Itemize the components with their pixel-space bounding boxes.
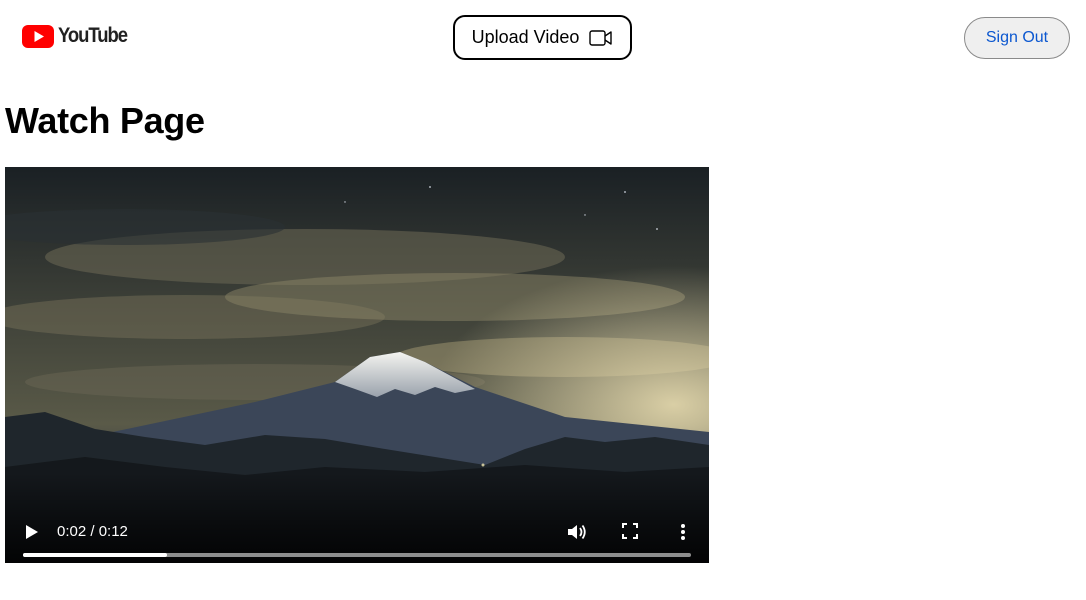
- video-controls-bar: 0:02 / 0:12: [5, 473, 709, 563]
- upload-video-button[interactable]: Upload Video: [453, 15, 632, 60]
- video-camera-icon: [589, 29, 613, 46]
- upload-video-label: Upload Video: [471, 27, 580, 47]
- sign-out-label: Sign Out: [985, 29, 1049, 46]
- logo-text: YouTube: [58, 24, 128, 47]
- youtube-logo[interactable]: YouTube: [22, 24, 136, 48]
- progress-fill: [23, 553, 167, 557]
- watch-page: YouTube Upload Video Sign Out Watch Page: [0, 0, 1086, 600]
- time-display: 0:02 / 0:12: [57, 523, 128, 540]
- sign-out-button[interactable]: Sign Out: [964, 17, 1070, 59]
- more-options-icon[interactable]: [673, 520, 693, 544]
- youtube-play-logo-icon: [22, 24, 54, 48]
- video-player[interactable]: 0:02 / 0:12: [5, 167, 709, 563]
- fullscreen-icon[interactable]: [619, 520, 641, 542]
- page-title: Watch Page: [5, 100, 205, 141]
- progress-bar[interactable]: [23, 553, 691, 557]
- play-icon[interactable]: [21, 521, 43, 543]
- volume-icon[interactable]: [565, 520, 589, 544]
